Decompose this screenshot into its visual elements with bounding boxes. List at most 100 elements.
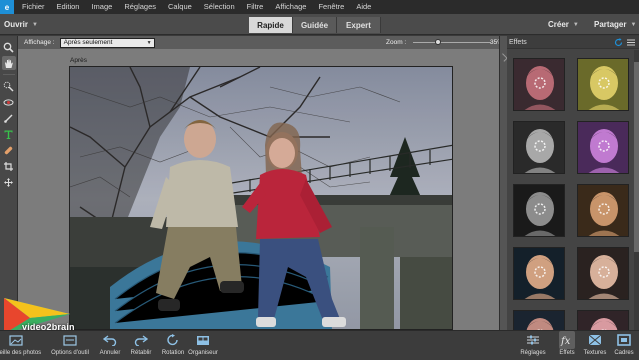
frames-label: Cadres — [614, 350, 634, 356]
tab-expert[interactable]: Expert — [337, 17, 381, 33]
quick-selection-tool[interactable] — [2, 79, 16, 93]
effects-scrollbar[interactable] — [634, 50, 639, 330]
chevron-down-icon: ▼ — [572, 21, 579, 28]
photo-image — [70, 67, 452, 329]
whiten-teeth-tool[interactable] — [2, 111, 16, 125]
share-button[interactable]: Partager ▼ — [594, 17, 636, 32]
menu-fichier[interactable]: Fichier — [14, 0, 51, 14]
menu-selection[interactable]: Sélection — [198, 0, 241, 14]
eye-icon — [3, 98, 14, 106]
type-tool[interactable] — [2, 127, 16, 141]
textures-button[interactable]: Textures — [582, 331, 608, 360]
red-eye-tool[interactable] — [2, 95, 16, 109]
quick-selection-icon — [3, 81, 14, 92]
effect-thumbnail[interactable] — [577, 247, 629, 300]
zoom-slider-thumb[interactable] — [435, 39, 441, 45]
menu-edition[interactable]: Edition — [51, 0, 86, 14]
effects-scrollbar-thumb[interactable] — [634, 62, 639, 252]
svg-text:fx: fx — [560, 336, 571, 346]
menu-reglages[interactable]: Réglages — [118, 0, 162, 14]
hand-icon — [5, 59, 13, 68]
image-canvas[interactable]: Après — [18, 49, 499, 330]
effect-thumbnail[interactable] — [577, 58, 629, 111]
tab-rapide[interactable]: Rapide — [249, 17, 293, 33]
view-label: Affichage : — [24, 39, 55, 46]
adjustments-button[interactable]: Réglages — [519, 331, 547, 360]
redo-icon — [134, 335, 148, 346]
menu-aide[interactable]: Aide — [350, 0, 377, 14]
tool-options-label: Options d'outil — [51, 350, 89, 356]
adjustments-icon — [527, 335, 539, 345]
photo[interactable] — [69, 66, 453, 330]
crop-icon — [4, 161, 13, 171]
effect-preview-image — [578, 59, 628, 110]
chevron-down-icon: ▼ — [630, 21, 637, 28]
redo-button[interactable]: Rétablir — [128, 331, 154, 360]
tab-guidee[interactable]: Guidée — [293, 17, 337, 33]
crop-tool[interactable] — [2, 159, 16, 173]
move-tool[interactable] — [2, 175, 16, 189]
brush-icon — [4, 114, 13, 123]
undo-label: Annuler — [99, 350, 121, 356]
create-button-label: Créer — [548, 20, 569, 29]
mode-bar: Ouvrir ▼ Rapide Guidée Expert Créer ▼ Pa… — [0, 14, 639, 35]
effect-preview-image — [514, 185, 564, 236]
effect-thumbnail[interactable] — [577, 184, 629, 237]
zoom-tool[interactable] — [2, 40, 16, 54]
effects-label: Effets — [559, 350, 575, 356]
view-select-value: Après seulement — [63, 38, 113, 46]
menu-fenetre[interactable]: Fenêtre — [312, 0, 350, 14]
effect-thumbnail[interactable] — [513, 58, 565, 111]
effect-thumbnail[interactable] — [577, 121, 629, 174]
zoom-label: Zoom : — [386, 39, 407, 46]
toolbar-divider — [2, 74, 15, 75]
text-icon — [4, 130, 13, 139]
frames-button[interactable]: Cadres — [612, 331, 636, 360]
rotate-button[interactable]: Rotation — [159, 331, 187, 360]
open-button-label: Ouvrir — [4, 20, 29, 29]
open-button[interactable]: Ouvrir ▼ — [4, 17, 38, 32]
textures-label: Textures — [583, 350, 607, 356]
effect-thumbnail[interactable] — [513, 184, 565, 237]
effects-panel-title: Effets — [509, 38, 527, 46]
spot-healing-tool[interactable] — [2, 143, 16, 157]
menu-filtre[interactable]: Filtre — [241, 0, 270, 14]
panel-menu-icon[interactable] — [627, 38, 636, 47]
options-bar: Affichage : Après seulement ▼ Zoom : 35% — [18, 36, 503, 49]
effects-panel: Effets — [507, 36, 639, 360]
effect-preview-image — [514, 122, 564, 173]
effects-button[interactable]: fx Effets — [556, 331, 578, 360]
tool-options-button[interactable]: Options d'outil — [46, 331, 94, 360]
app-logo: e — [0, 0, 14, 14]
frames-icon — [617, 334, 631, 346]
create-button[interactable]: Créer ▼ — [548, 17, 579, 32]
undo-button[interactable]: Annuler — [97, 331, 123, 360]
effect-thumbnail[interactable] — [513, 121, 565, 174]
photo-bin-button[interactable]: orbeille des photos — [0, 331, 41, 360]
organizer-icon — [197, 336, 209, 345]
chevron-down-icon: ▼ — [146, 39, 152, 46]
menu-calque[interactable]: Calque — [162, 0, 198, 14]
effects-panel-header: Effets — [507, 36, 639, 49]
view-select[interactable]: Après seulement ▼ — [59, 37, 155, 48]
refresh-icon[interactable] — [614, 38, 623, 47]
panel-collapse-strip[interactable] — [499, 36, 508, 330]
effect-preview-image — [578, 248, 628, 299]
organizer-button[interactable]: Organiseur — [186, 331, 220, 360]
photo-bin-label: orbeille des photos — [0, 350, 42, 356]
undo-icon — [103, 335, 117, 346]
share-button-label: Partager — [594, 20, 627, 29]
menu-image[interactable]: Image — [85, 0, 118, 14]
hand-tool[interactable] — [1, 56, 16, 70]
zoom-slider-track[interactable] — [413, 42, 491, 43]
tools-panel — [0, 36, 18, 330]
move-icon — [4, 177, 13, 187]
effects-thumbnail-grid — [513, 58, 635, 360]
effect-preview-image — [578, 185, 628, 236]
menu-affichage[interactable]: Affichage — [269, 0, 312, 14]
organizer-label: Organiseur — [188, 350, 218, 356]
effect-thumbnail[interactable] — [513, 247, 565, 300]
rotate-icon — [167, 334, 178, 346]
effect-preview-image — [514, 248, 564, 299]
tool-options-icon — [63, 335, 77, 346]
